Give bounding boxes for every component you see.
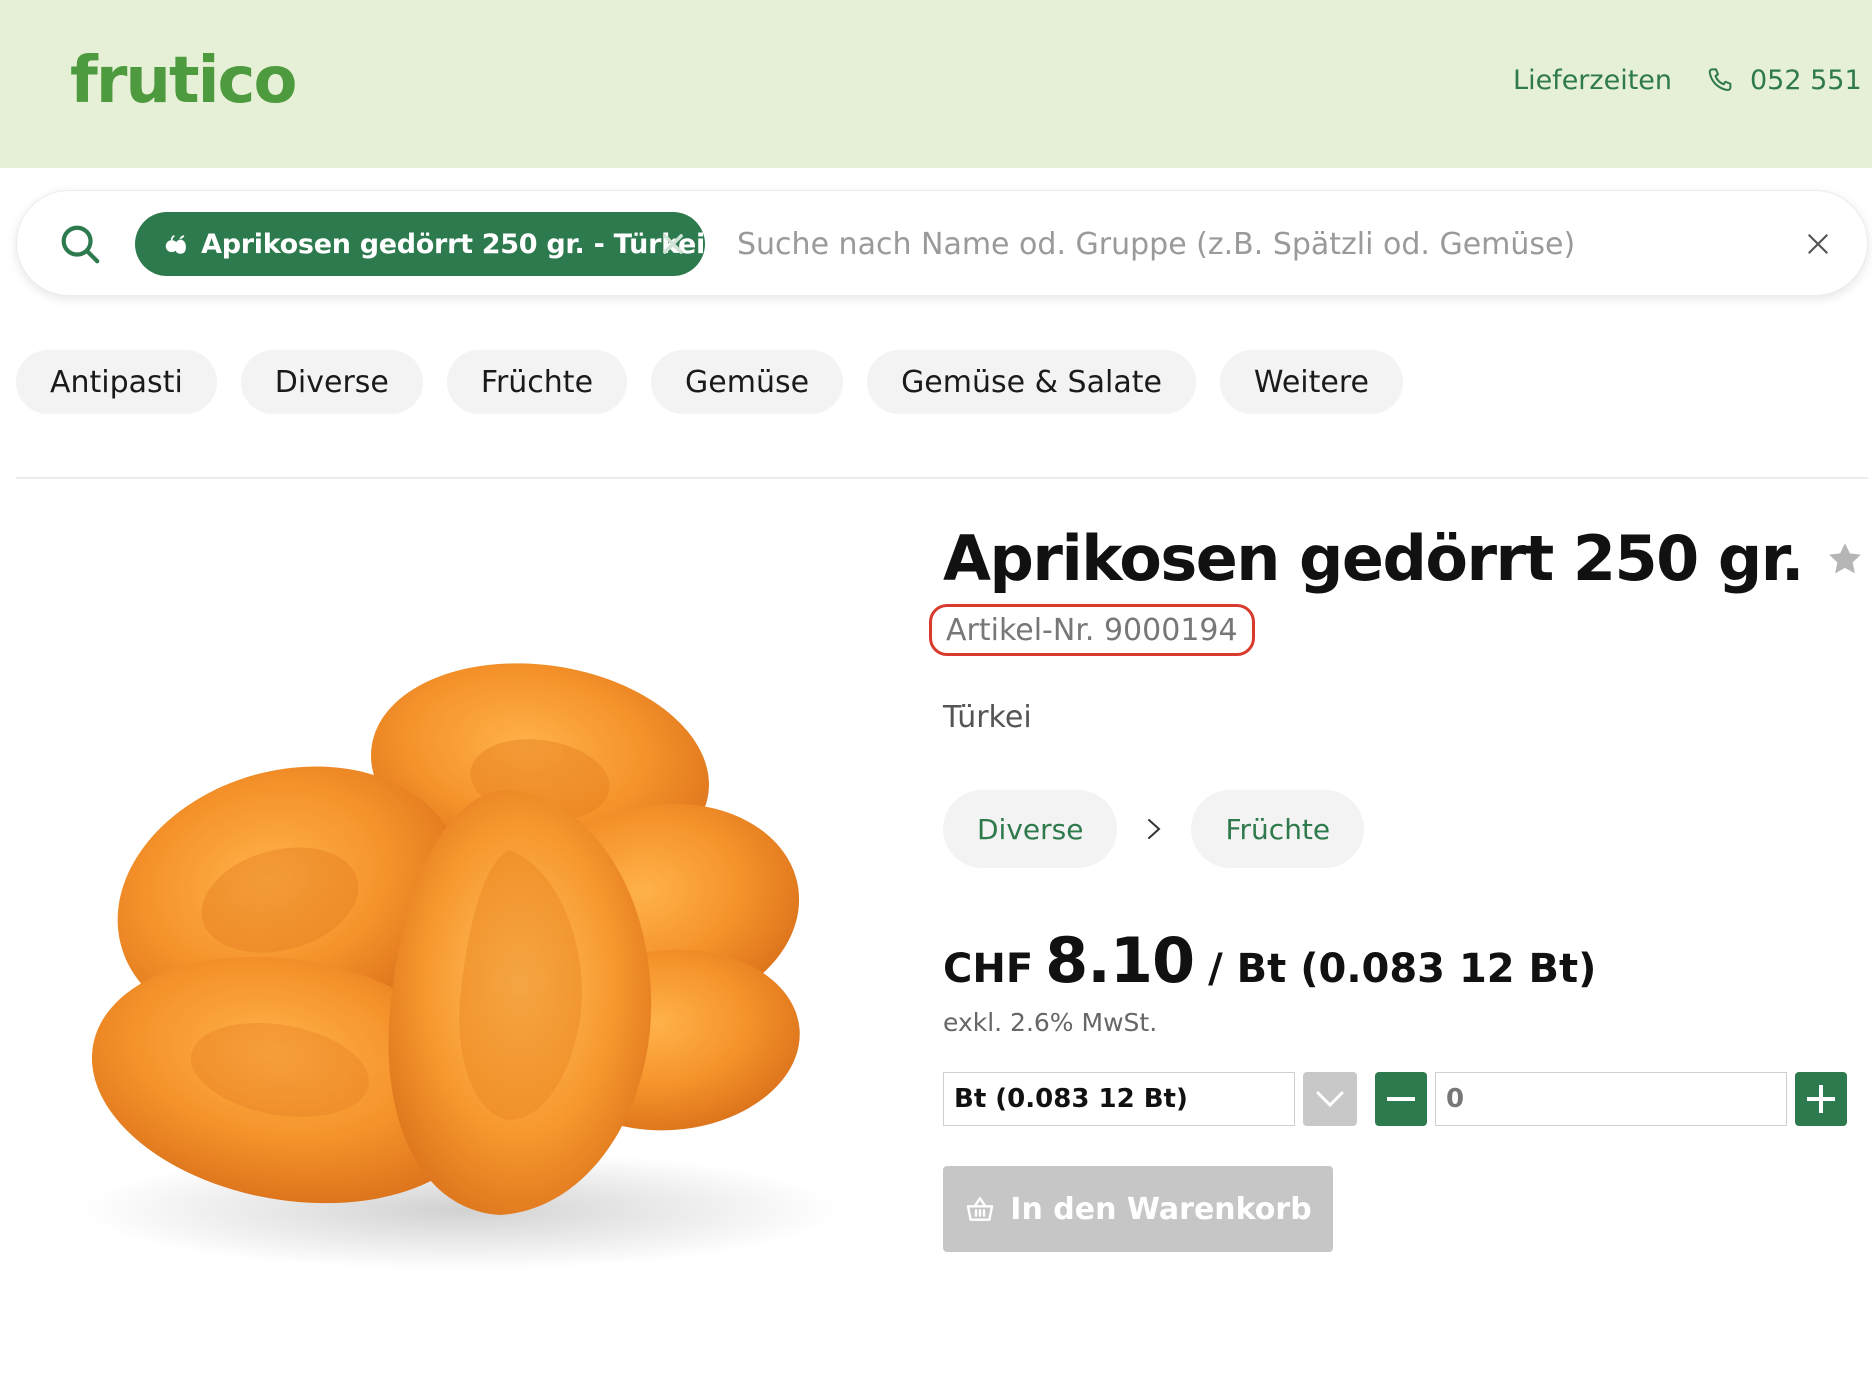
product-title-row: Aprikosen gedörrt 250 gr. [943, 522, 1865, 595]
phone-number[interactable]: 052 551 0 [1750, 65, 1872, 96]
frutico-logo[interactable]: frutico [70, 40, 297, 122]
search-input[interactable] [737, 213, 1767, 275]
category-gemuese-salate[interactable]: Gemüse & Salate [867, 350, 1196, 414]
minus-icon [1387, 1097, 1415, 1101]
chip-label: Aprikosen gedörrt 250 gr. - Türkei [201, 228, 705, 260]
breadcrumb-fruechte[interactable]: Früchte [1191, 790, 1365, 868]
category-gemuese[interactable]: Gemüse [651, 350, 844, 414]
search-icon[interactable] [57, 221, 103, 267]
close-icon[interactable] [659, 230, 687, 258]
increase-quantity-button[interactable] [1795, 1072, 1847, 1126]
breadcrumb: Diverse Früchte [943, 790, 1365, 868]
star-icon[interactable] [1825, 539, 1865, 579]
price-unit: / Bt (0.083 12 Bt) [1208, 946, 1597, 992]
vat-note: exkl. 2.6% MwSt. [943, 1008, 1158, 1037]
site-header: frutico Lieferzeiten 052 551 0 [0, 0, 1872, 168]
chevron-right-icon [1148, 819, 1161, 839]
header-links: Lieferzeiten 052 551 0 [1513, 58, 1872, 102]
clear-icon[interactable] [1805, 231, 1831, 257]
dried-apricots-image [80, 663, 840, 1270]
price: CHF 8.10 / Bt (0.083 12 Bt) [943, 924, 1596, 997]
decrease-quantity-button[interactable] [1375, 1072, 1427, 1126]
unit-select[interactable]: Bt (0.083 12 Bt) [943, 1072, 1295, 1126]
divider [16, 477, 1868, 479]
plus-icon [1807, 1085, 1835, 1113]
breadcrumb-separator [1117, 814, 1191, 844]
basket-icon [967, 1197, 994, 1221]
search-filter-chip[interactable]: Aprikosen gedörrt 250 gr. - Türkei [135, 212, 705, 276]
product-origin: Türkei [943, 700, 1032, 735]
category-diverse[interactable]: Diverse [240, 350, 423, 414]
price-amount: 8.10 [1045, 924, 1195, 997]
breadcrumb-diverse[interactable]: Diverse [943, 790, 1118, 868]
phone-icon[interactable] [1706, 65, 1736, 95]
fruit-icon [165, 235, 186, 254]
category-weitere[interactable]: Weitere [1219, 350, 1403, 414]
category-nav: Antipasti Diverse Früchte Gemüse Gemüse … [16, 350, 1403, 414]
article-number: Artikel-Nr. 9000194 [929, 604, 1255, 656]
category-fruechte[interactable]: Früchte [446, 350, 628, 414]
add-to-cart-button[interactable]: In den Warenkorb [943, 1166, 1333, 1252]
quantity-input[interactable] [1435, 1072, 1787, 1126]
search-bar: Aprikosen gedörrt 250 gr. - Türkei [16, 190, 1868, 296]
delivery-times-link[interactable]: Lieferzeiten [1513, 65, 1672, 96]
add-to-cart-label: In den Warenkorb [1010, 1191, 1312, 1227]
price-currency: CHF [943, 946, 1034, 992]
chevron-down-icon [1316, 1091, 1344, 1108]
unit-select-toggle[interactable] [1303, 1072, 1357, 1126]
product-title: Aprikosen gedörrt 250 gr. [943, 522, 1805, 595]
category-antipasti[interactable]: Antipasti [16, 350, 217, 414]
